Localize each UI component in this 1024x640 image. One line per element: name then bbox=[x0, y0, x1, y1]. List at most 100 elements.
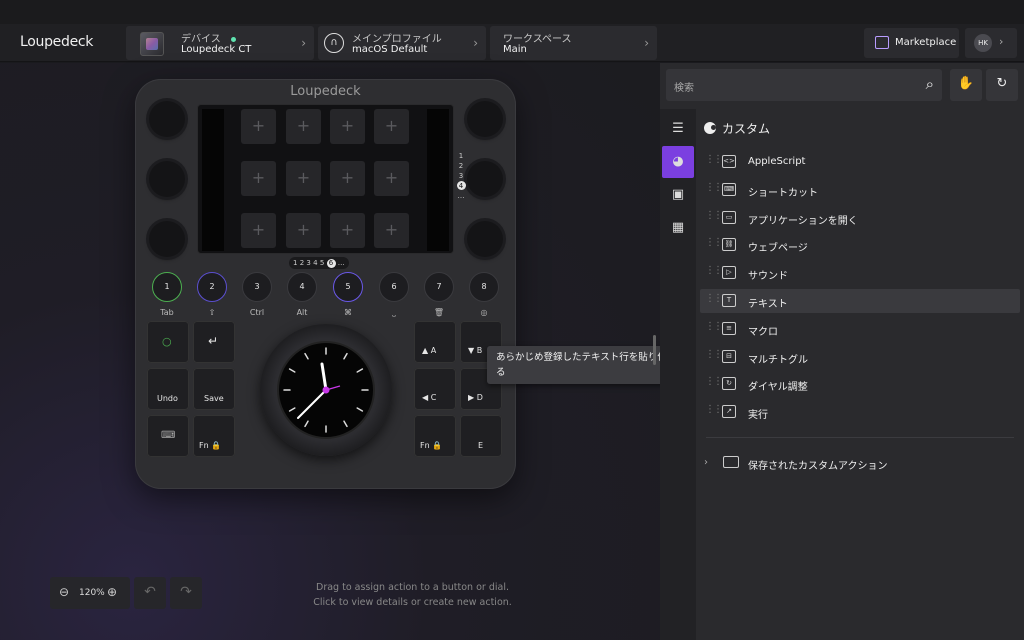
touch-mode-button[interactable]: ✋ bbox=[950, 69, 982, 101]
key-circle[interactable]: ○ bbox=[147, 321, 189, 363]
action-item[interactable]: ⋮⋮ ▭ アプリケーションを開く bbox=[700, 206, 1020, 230]
touch-tile[interactable]: + bbox=[286, 161, 321, 196]
touch-tile[interactable]: + bbox=[330, 213, 365, 248]
canvas-hint: Drag to assign action to a button or dia… bbox=[313, 582, 512, 608]
search-icon[interactable]: ⌕ bbox=[926, 75, 934, 93]
drag-handle-icon[interactable]: ⋮⋮ bbox=[705, 349, 723, 360]
marketplace-button[interactable]: Marketplace bbox=[864, 28, 959, 58]
workspace-page-more[interactable]: … bbox=[338, 259, 345, 267]
touch-tile[interactable]: + bbox=[374, 213, 409, 248]
dial-knob-right-2[interactable] bbox=[467, 161, 503, 197]
action-item[interactable]: ⋮⋮ ↻ ダイヤル調整 bbox=[700, 372, 1020, 396]
drag-handle-icon[interactable]: ⋮⋮ bbox=[705, 265, 723, 276]
action-item[interactable]: ⋮⋮ ▷ サウンド bbox=[700, 261, 1020, 285]
user-menu[interactable]: HK › bbox=[965, 28, 1017, 58]
page-number[interactable]: 1 bbox=[455, 151, 467, 161]
drag-handle-icon[interactable]: ⋮⋮ bbox=[705, 154, 723, 165]
saved-actions-folder[interactable]: › 保存されたカスタムアクション bbox=[704, 453, 1014, 475]
sliders-icon[interactable]: ☰ bbox=[662, 113, 694, 145]
page-number-more[interactable]: … bbox=[455, 191, 467, 201]
undo-button[interactable]: ↶ bbox=[134, 577, 166, 609]
round-button-1[interactable]: 1 bbox=[152, 272, 182, 302]
profile-selector[interactable]: ∩ メインプロファイル macOS Default › bbox=[318, 26, 486, 60]
action-item[interactable]: ⋮⋮ ≡ マクロ bbox=[700, 317, 1020, 341]
action-item[interactable]: ⋮⋮ ⛓ ウェブページ bbox=[700, 233, 1020, 257]
page-indicator: 1 2 3 4 … bbox=[455, 151, 467, 201]
round-button-6[interactable]: 6 bbox=[379, 272, 409, 302]
custom-category-icon[interactable]: ◕ bbox=[662, 146, 694, 178]
screen-left-strip[interactable] bbox=[202, 109, 224, 251]
page-number[interactable]: 2 bbox=[455, 161, 467, 171]
zoom-in-icon[interactable]: ⊕ bbox=[107, 585, 117, 599]
search-field[interactable]: 検索 ⌕ bbox=[666, 69, 942, 101]
folder-label: 保存されたカスタムアクション bbox=[748, 461, 888, 472]
workspace-selector[interactable]: ワークスペース Main › bbox=[490, 26, 657, 60]
key-fn-left[interactable]: Fn 🔒 bbox=[193, 415, 235, 457]
round-button-label: 🗑 bbox=[433, 308, 445, 317]
grid-icon[interactable]: ▦ bbox=[662, 212, 694, 244]
dial-knob-right-1[interactable] bbox=[467, 101, 503, 137]
main-dial[interactable] bbox=[260, 324, 392, 456]
touch-tile[interactable]: + bbox=[330, 109, 365, 144]
divider bbox=[706, 437, 1014, 438]
category-title: カスタム bbox=[704, 120, 770, 137]
key-keyboard[interactable]: ⌨ bbox=[147, 415, 189, 457]
drag-handle-icon[interactable]: ⋮⋮ bbox=[705, 210, 723, 221]
canvas-scrollbar[interactable] bbox=[653, 335, 656, 365]
dial-knob-left-3[interactable] bbox=[149, 221, 185, 257]
round-button-2[interactable]: 2 bbox=[197, 272, 227, 302]
touch-tile[interactable]: + bbox=[241, 161, 276, 196]
device-selector[interactable]: デバイス Loupedeck CT › bbox=[126, 26, 314, 60]
workspace-page[interactable]: 2 bbox=[300, 259, 304, 267]
touch-tile[interactable]: + bbox=[286, 109, 321, 144]
touch-tile[interactable]: + bbox=[241, 109, 276, 144]
dial-knob-left-1[interactable] bbox=[149, 101, 185, 137]
dial-knob-right-3[interactable] bbox=[467, 221, 503, 257]
device-value: Loupedeck CT bbox=[181, 44, 252, 55]
key-e[interactable]: E bbox=[460, 415, 502, 457]
drag-handle-icon[interactable]: ⋮⋮ bbox=[705, 182, 723, 193]
round-button-label: ◎ bbox=[480, 308, 488, 317]
key-enter[interactable]: ↵ bbox=[193, 321, 235, 363]
workspace-page[interactable]: 3 bbox=[306, 259, 310, 267]
touch-tile[interactable]: + bbox=[374, 109, 409, 144]
action-item[interactable]: ⋮⋮ T テキスト bbox=[700, 289, 1020, 313]
key-undo[interactable]: Undo bbox=[147, 368, 189, 410]
page-number[interactable]: 3 bbox=[455, 171, 467, 181]
round-button-3[interactable]: 3 bbox=[242, 272, 272, 302]
redo-button[interactable]: ↷ bbox=[170, 577, 202, 609]
round-button-5[interactable]: 5 bbox=[333, 272, 363, 302]
touch-tile[interactable]: + bbox=[286, 213, 321, 248]
workspace-page[interactable]: 1 bbox=[293, 259, 297, 267]
touch-tile[interactable]: + bbox=[330, 161, 365, 196]
key-save[interactable]: Save bbox=[193, 368, 235, 410]
dial-knob-left-2[interactable] bbox=[149, 161, 185, 197]
round-button-8[interactable]: 8 bbox=[469, 272, 499, 302]
touch-tile[interactable]: + bbox=[374, 161, 409, 196]
key-up-a[interactable]: ▲ A bbox=[414, 321, 456, 363]
page-number-active[interactable]: 4 bbox=[456, 181, 466, 190]
workspace-page[interactable]: 4 bbox=[313, 259, 317, 267]
workspace-page-active[interactable]: 6 bbox=[326, 259, 336, 268]
zoom-out-icon[interactable]: ⊖ bbox=[59, 585, 69, 599]
round-button-4[interactable]: 4 bbox=[287, 272, 317, 302]
os-icon[interactable]: ▣ bbox=[662, 179, 694, 211]
action-item[interactable]: ⋮⋮ ⌨ ショートカット bbox=[700, 178, 1020, 202]
action-item[interactable]: ⋮⋮ ⊟ マルチトグル bbox=[700, 345, 1020, 369]
drag-handle-icon[interactable]: ⋮⋮ bbox=[705, 376, 723, 387]
drag-handle-icon[interactable]: ⋮⋮ bbox=[705, 404, 723, 415]
drag-handle-icon[interactable]: ⋮⋮ bbox=[705, 293, 723, 304]
screen-right-strip[interactable] bbox=[427, 109, 449, 251]
key-fn-right[interactable]: Fn 🔒 bbox=[414, 415, 456, 457]
touch-tile[interactable]: + bbox=[241, 213, 276, 248]
round-button-7[interactable]: 7 bbox=[424, 272, 454, 302]
custom-category-icon bbox=[704, 122, 716, 134]
action-item[interactable]: ⋮⋮ ↗ 実行 bbox=[700, 400, 1020, 424]
search-input[interactable]: 検索 bbox=[674, 79, 694, 94]
workspace-page[interactable]: 5 bbox=[320, 259, 324, 267]
drag-handle-icon[interactable]: ⋮⋮ bbox=[705, 321, 723, 332]
refresh-button[interactable]: ↻ bbox=[986, 69, 1018, 101]
drag-handle-icon[interactable]: ⋮⋮ bbox=[705, 237, 723, 248]
action-item[interactable]: ⋮⋮ <> AppleScript bbox=[700, 150, 1020, 174]
key-left-c[interactable]: ◀ C bbox=[414, 368, 456, 410]
